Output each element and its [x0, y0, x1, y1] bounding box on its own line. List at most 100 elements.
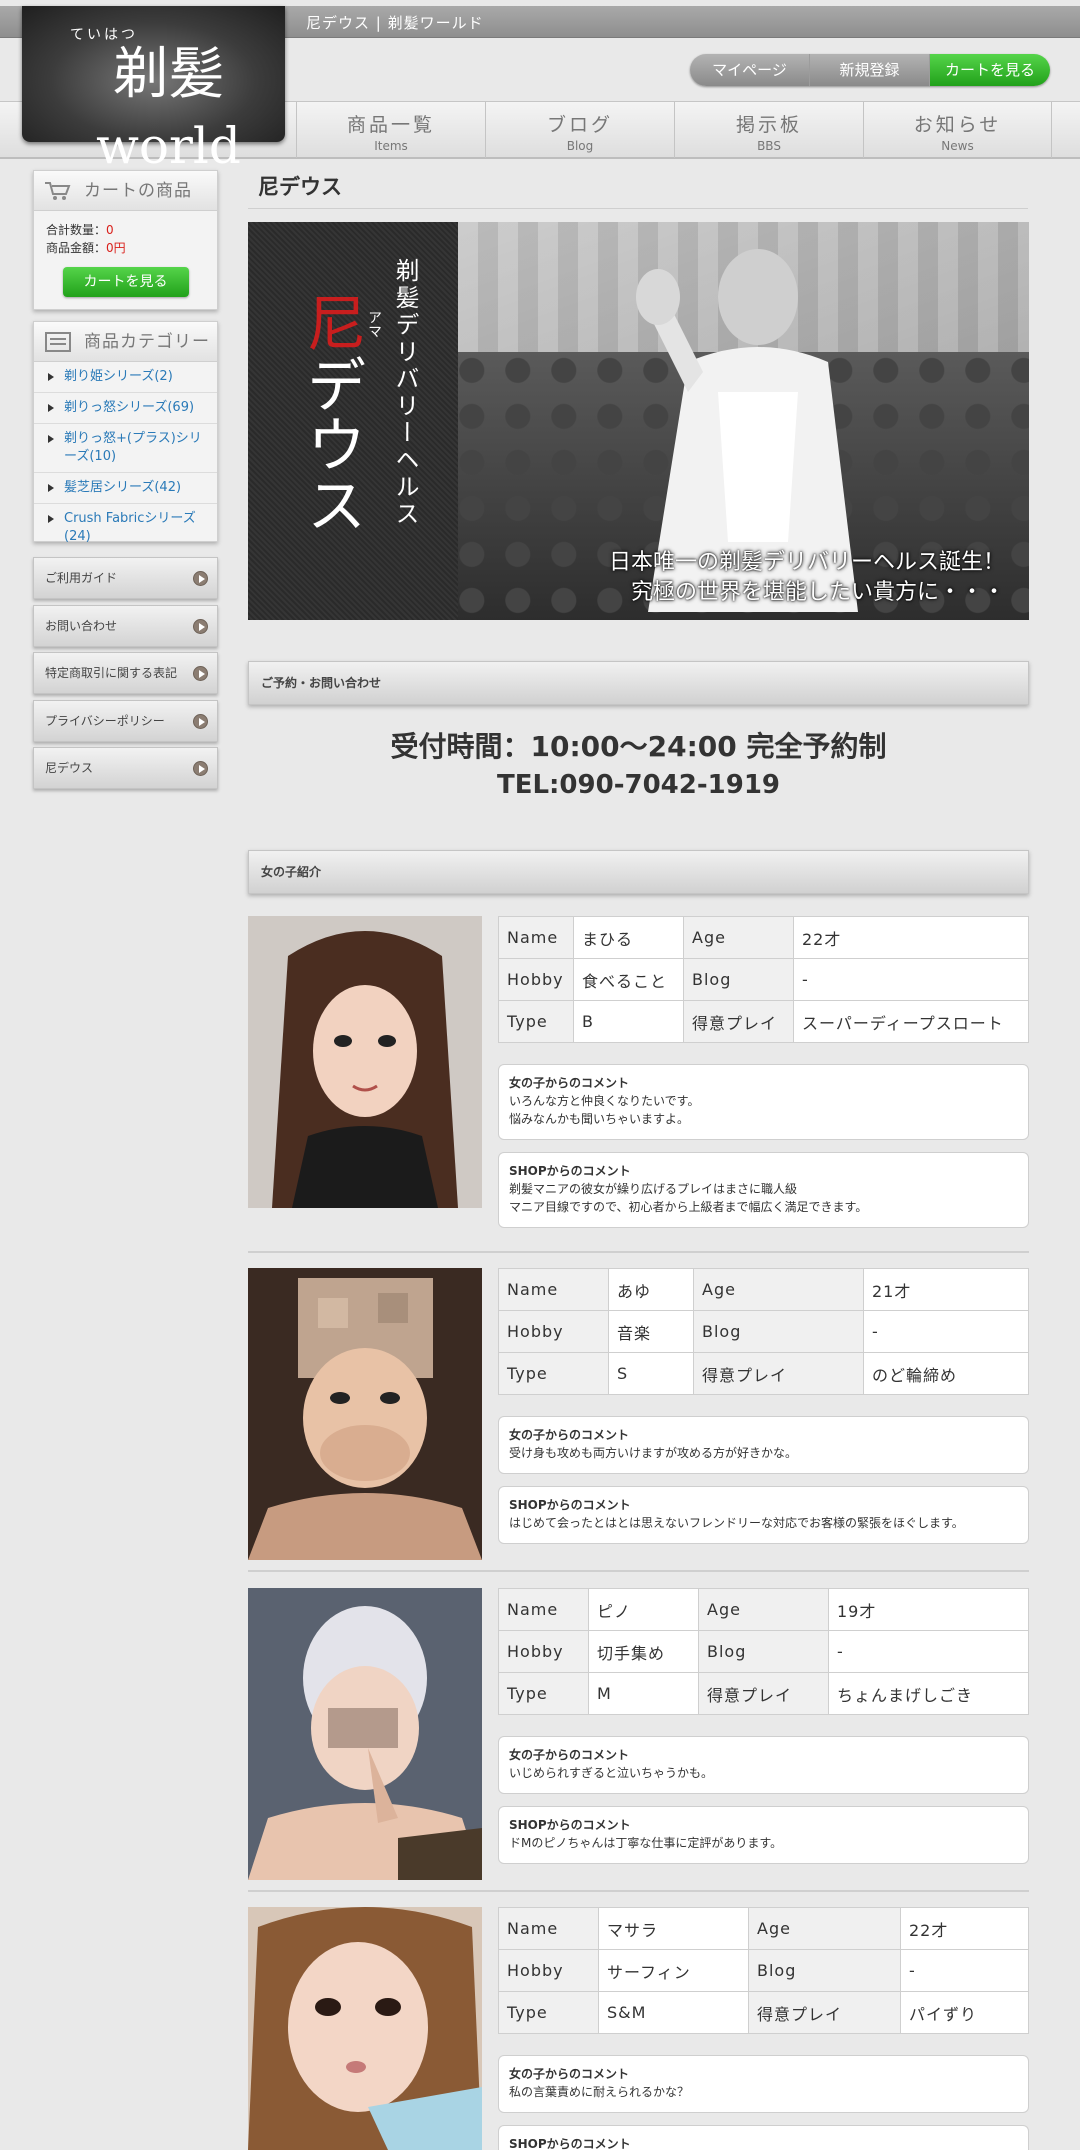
girl-comment-line: 受け身も攻めも両方いけますが攻める方が好きかな。 [509, 1446, 798, 1460]
girl-info-table: Name まひる Age 22才 Hobby 食べること Blog - Type… [498, 916, 1029, 1043]
label-type: Type [498, 1352, 609, 1395]
label-play: 得意プレイ [698, 1672, 829, 1715]
sidebar-link-label: お問い合わせ [45, 619, 118, 633]
shop-comment-box: SHOPからのコメント はじめて会ったとはとは思えないフレンドリーな対応でお客様… [498, 1486, 1029, 1544]
label-blog: Blog [693, 1310, 864, 1353]
girl-photo[interactable] [248, 1588, 482, 1880]
girl-comment-box: 女の子からのコメント 受け身も攻めも両方いけますが攻める方が好きかな。 [498, 1416, 1029, 1474]
category-item[interactable]: 剃りっ怒シリーズ(69) [34, 393, 217, 424]
reservation-phone[interactable]: TEL:090-7042-1919 [248, 770, 1029, 800]
hero-title-panel: 剃髪デリバリーヘルス アマ 尼 デウス [248, 222, 458, 620]
divider [248, 1570, 1029, 1572]
girl-info-table: Name あゆ Age 21才 Hobby 音楽 Blog - Type S 得… [498, 1268, 1029, 1395]
sidebar-link-privacy[interactable]: プライバシーポリシー [33, 700, 218, 742]
label-play: 得意プレイ [683, 1000, 794, 1043]
label-age: Age [693, 1268, 864, 1311]
girl-hobby: サーフィン [598, 1949, 749, 1992]
girl-blog: - [900, 1949, 1029, 1992]
sidebar-link-contact[interactable]: お問い合わせ [33, 605, 218, 647]
shop-comment-line: 剃髪マニアの彼女が繰り広げるプレイはまさに職人級 [509, 1182, 798, 1196]
sidebar-link-guide[interactable]: ご利用ガイド [33, 557, 218, 599]
nav-blog[interactable]: ブログ Blog [485, 102, 674, 158]
girl-comment-title: 女の子からのコメント [509, 1076, 630, 1090]
girl-comment-title: 女の子からのコメント [509, 2067, 630, 2081]
girl-photo[interactable] [248, 916, 482, 1208]
category-item[interactable]: 髪芝居シリーズ(42) [34, 473, 217, 504]
shop-comment-line: はじめて会ったとはとは思えないフレンドリーな対応でお客様の緊張をほぐします。 [509, 1516, 964, 1530]
nav-bbs-jp: 掲示板 [735, 114, 802, 136]
shop-comment-title: SHOPからのコメント [509, 1164, 631, 1178]
label-blog: Blog [748, 1949, 901, 1992]
girl-name: マサラ [598, 1907, 749, 1950]
girl-photo[interactable] [248, 1907, 482, 2150]
nav-bbs[interactable]: 掲示板 BBS [674, 102, 863, 158]
sidebar-view-cart-button[interactable]: カートを見る [62, 267, 189, 297]
shop-comment-title: SHOPからのコメント [509, 1498, 631, 1512]
shop-comment-title: SHOPからのコメント [509, 2137, 631, 2150]
sidebar-link-amadeus[interactable]: 尼デウス [33, 747, 218, 789]
site-title: 尼デウス | 剃髪ワールド [306, 14, 484, 32]
girl-type: S [608, 1352, 694, 1395]
cart-qty-label: 合計数量： [46, 223, 107, 237]
logo-kanji: 剃髪 [112, 42, 225, 107]
divider [248, 1251, 1029, 1253]
girl-age: 22才 [900, 1907, 1029, 1950]
girl-play: ちょんまげしごき [828, 1672, 1029, 1715]
nav-items[interactable]: 商品一覧 Items [296, 102, 485, 158]
girl-hobby: 切手集め [588, 1630, 699, 1673]
site-logo[interactable]: ていはつ 剃髪world [22, 6, 285, 175]
girls-heading: 女の子紹介 [248, 850, 1029, 894]
reservation-hours: 受付時間：10:00〜24:00 完全予約制 [390, 730, 887, 763]
page-title: 尼デウス [248, 171, 1028, 209]
nav-items-jp: 商品一覧 [346, 114, 435, 136]
shop-comment-line: ドMのピノちゃんは丁寧な仕事に定評があります。 [509, 1836, 783, 1850]
girl-photo[interactable] [248, 1268, 482, 1560]
nav-blog-en: Blog [566, 139, 594, 153]
girl-play: のど輪締め [863, 1352, 1029, 1395]
label-play: 得意プレイ [748, 1991, 901, 2034]
girl-comment-box: 女の子からのコメント いろんな方と仲良くなりたいです。 悩みなんかも聞いちゃいま… [498, 1064, 1029, 1140]
label-type: Type [498, 1991, 599, 2034]
divider [248, 1890, 1029, 1892]
girl-comment-box: 女の子からのコメント いじめられすぎると泣いちゃうかも。 [498, 1736, 1029, 1794]
girl-comment-title: 女の子からのコメント [509, 1748, 630, 1762]
sidebar-link-legal[interactable]: 特定商取引に関する表記 [33, 652, 218, 694]
girl-type: S&M [598, 1991, 749, 2034]
girl-comment-line: いじめられすぎると泣いちゃうかも。 [509, 1766, 714, 1780]
sidebar-link-label: プライバシーポリシー [45, 714, 165, 728]
category-item[interactable]: 剃り姫シリーズ(2) [34, 362, 217, 393]
category-box: 商品カテゴリー 剃り姫シリーズ(2) 剃りっ怒シリーズ(69) 剃りっ怒+(プラ… [33, 321, 218, 544]
cart-qty-value: 0 [106, 223, 114, 237]
label-name: Name [498, 1588, 589, 1631]
girl-blog: - [828, 1630, 1029, 1673]
register-button[interactable]: 新規登録 [810, 54, 930, 86]
label-hobby: Hobby [498, 1310, 609, 1353]
girl-hobby: 音楽 [608, 1310, 694, 1353]
view-cart-button[interactable]: カートを見る [930, 54, 1050, 86]
hero-catch-2: 究極の世界を堪能したい貴方に・・・ [630, 580, 1005, 605]
girl-age: 22才 [793, 916, 1029, 959]
label-hobby: Hobby [498, 1630, 589, 1673]
girl-comment-box: 女の子からのコメント 私の言葉責めに耐えられるかな？ [498, 2055, 1029, 2113]
hero-catch-1: 日本唯一の剃髪デリバリーヘルス誕生！ [608, 550, 1005, 575]
nav-news[interactable]: お知らせ News [863, 102, 1052, 158]
girl-age: 19才 [828, 1588, 1029, 1631]
girl-type: B [573, 1000, 684, 1043]
logo-latin: world [96, 117, 241, 175]
arrow-right-icon [193, 619, 208, 634]
girl-info-table: Name ピノ Age 19才 Hobby 切手集め Blog - Type M… [498, 1588, 1029, 1715]
category-box-header: 商品カテゴリー [34, 322, 217, 362]
girl-comment-line: 私の言葉責めに耐えられるかな？ [509, 2085, 690, 2099]
girl-comment-line: 悩みなんかも聞いちゃいますよ。 [509, 1112, 690, 1126]
label-blog: Blog [698, 1630, 829, 1673]
category-item[interactable]: Crush Fabricシリーズ(24) [34, 504, 217, 552]
girl-blog: - [793, 958, 1029, 1001]
category-box-title: 商品カテゴリー [84, 332, 210, 352]
cart-icon [45, 182, 71, 200]
mypage-button[interactable]: マイページ [690, 54, 810, 86]
arrow-right-icon [193, 666, 208, 681]
shop-comment-line: マニア目線ですので、初心者から上級者まで幅広く満足できます。 [509, 1200, 868, 1214]
hero-banner: 剃髪デリバリーヘルス アマ 尼 デウス 日本唯一の剃髪デリバリーヘルス誕生！ 究… [248, 222, 1029, 620]
category-item[interactable]: 剃りっ怒+(プラス)シリーズ(10) [34, 424, 217, 473]
label-age: Age [748, 1907, 901, 1950]
